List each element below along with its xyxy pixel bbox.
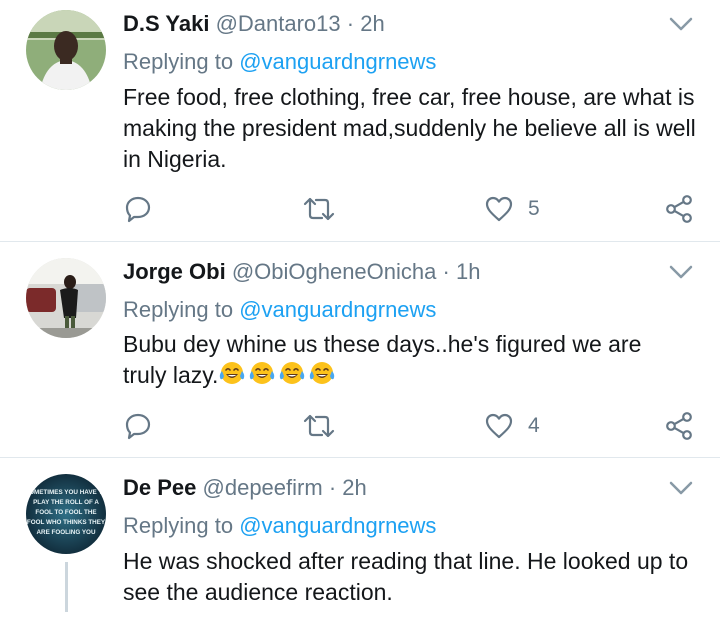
tweet-header: De Pee @depeefirm · 2h (123, 474, 367, 502)
tweet-feed: D.S Yaki @Dantaro13 · 2h Replying to @va… (0, 0, 720, 618)
replying-to: Replying to @vanguardngrnews (123, 512, 436, 540)
timestamp[interactable]: 2h (342, 475, 366, 500)
avatar-text-line: ARE FOOLING YOU (36, 529, 95, 536)
replying-to: Replying to @vanguardngrnews (123, 48, 436, 76)
tweet-text: Bubu dey whine us these days..he's figur… (123, 329, 703, 391)
action-bar: 4 (0, 410, 720, 442)
retweet-button[interactable] (302, 410, 336, 442)
reply-button[interactable] (124, 410, 152, 442)
emoji-row (218, 362, 338, 388)
separator-dot: · (442, 259, 450, 284)
display-name[interactable]: D.S Yaki (123, 11, 209, 36)
thread-connector (65, 562, 68, 612)
timestamp[interactable]: 2h (360, 11, 384, 36)
speech-bubble-icon (125, 196, 151, 223)
tweet[interactable]: D.S Yaki @Dantaro13 · 2h Replying to @va… (0, 0, 720, 240)
tweet-text: Free food, free clothing, free car, free… (123, 84, 696, 172)
replying-to: Replying to @vanguardngrnews (123, 296, 436, 324)
tweet-text-line: truly lazy. (123, 360, 703, 391)
avatar[interactable] (26, 258, 106, 338)
tweet-text: He was shocked after reading that line. … (123, 548, 689, 605)
display-name[interactable]: Jorge Obi (123, 259, 226, 284)
tweet-header: D.S Yaki @Dantaro13 · 2h (123, 10, 385, 38)
avatar-text-line: FOOL WHO THINKS THEY (27, 519, 106, 526)
chevron-down-icon[interactable] (668, 14, 694, 34)
avatar-text-line: FOOL TO FOOL THE (35, 509, 96, 516)
retweet-icon (303, 197, 335, 221)
like-count: 4 (528, 414, 540, 437)
reply-button[interactable] (124, 193, 152, 225)
user-handle[interactable]: @Dantaro13 (216, 11, 341, 36)
mention-link[interactable]: @vanguardngrnews (239, 297, 436, 322)
separator-dot: · (328, 475, 337, 500)
user-handle[interactable]: @ObiOgheneOnicha (232, 259, 437, 284)
timestamp[interactable]: 1h (456, 259, 480, 284)
face-with-tears-of-joy-icon (310, 362, 335, 384)
separator-dot: · (346, 11, 355, 36)
reply-prefix: Replying to (123, 513, 234, 538)
chevron-down-icon[interactable] (668, 478, 694, 498)
avatar[interactable]: SOMETIMES YOU HAVE TO PLAY THE ROLL OF A F… (26, 474, 106, 554)
share-button[interactable] (664, 410, 694, 442)
like-count: 5 (528, 197, 540, 220)
avatar-quote-image: SOMETIMES YOU HAVE TO PLAY THE ROLL OF A F… (26, 474, 106, 554)
display-name[interactable]: De Pee (123, 475, 196, 500)
mention-link[interactable]: @vanguardngrnews (239, 513, 436, 538)
chevron-down-icon[interactable] (668, 262, 694, 282)
tweet-header: Jorge Obi @ObiOgheneOnicha · 1h (123, 258, 480, 286)
face-with-tears-of-joy-icon (220, 362, 245, 384)
action-bar: 5 (0, 193, 720, 225)
share-button[interactable] (664, 193, 694, 225)
tweet[interactable]: SOMETIMES YOU HAVE TO PLAY THE ROLL OF A F… (0, 458, 720, 618)
share-icon (666, 412, 692, 440)
reply-prefix: Replying to (123, 297, 234, 322)
avatar-photo-icon (26, 258, 106, 338)
avatar-photo-icon (26, 10, 106, 90)
tweet-text-fragment: truly lazy. (123, 362, 219, 388)
heart-icon (485, 196, 513, 222)
like-button[interactable]: 4 (484, 410, 540, 442)
avatar[interactable] (26, 10, 106, 90)
share-icon (666, 195, 692, 223)
avatar-text-line: PLAY THE ROLL OF A (33, 499, 99, 506)
heart-icon (485, 413, 513, 439)
user-handle[interactable]: @depeefirm (203, 475, 323, 500)
speech-bubble-icon (125, 413, 151, 440)
retweet-icon (303, 414, 335, 438)
face-with-tears-of-joy-icon (280, 362, 305, 384)
avatar-text-line: SOMETIMES YOU HAVE TO (26, 489, 106, 496)
mention-link[interactable]: @vanguardngrnews (239, 49, 436, 74)
reply-prefix: Replying to (123, 49, 234, 74)
face-with-tears-of-joy-icon (250, 362, 275, 384)
like-button[interactable]: 5 (484, 193, 540, 225)
tweet[interactable]: Jorge Obi @ObiOgheneOnicha · 1h Replying… (0, 242, 720, 456)
tweet-text-line: Bubu dey whine us these days..he's figur… (123, 331, 642, 357)
retweet-button[interactable] (302, 193, 336, 225)
